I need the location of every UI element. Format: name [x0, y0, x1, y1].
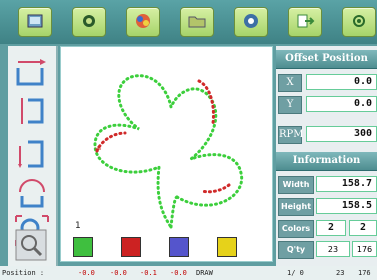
exit-button[interactable]	[288, 7, 322, 37]
open-button[interactable]	[18, 7, 52, 37]
height-value: 158.5	[316, 198, 377, 214]
zoom-tool[interactable]	[14, 228, 50, 262]
align-bottom-tool[interactable]	[14, 138, 50, 172]
colors-value-b: 2	[349, 220, 377, 236]
settings-button[interactable]	[342, 7, 376, 37]
page-indicator: 1/ 0	[287, 269, 304, 277]
width-value: 158.7	[316, 176, 377, 192]
exit-icon	[297, 14, 315, 28]
rpm-value[interactable]: 300	[306, 126, 377, 142]
swatch-yellow[interactable]	[217, 237, 237, 257]
colors-value-a: 2	[316, 220, 346, 236]
folder-icon	[188, 16, 206, 28]
position-v3: -0.1	[140, 269, 157, 277]
x-label: X	[278, 74, 302, 92]
align-bottom-icon	[18, 140, 44, 168]
color-button[interactable]	[126, 7, 160, 37]
arrow-right-icon	[16, 59, 46, 86]
swatch-red[interactable]	[121, 237, 141, 257]
align-left-icon	[21, 98, 44, 124]
position-v4: -0.0	[170, 269, 187, 277]
move-right-tool[interactable]	[14, 54, 50, 88]
qty-value-b: 176	[352, 241, 377, 257]
stitch-count: 23	[336, 269, 345, 277]
pattern-index: 1	[75, 221, 81, 231]
rotate-icon	[19, 179, 45, 208]
align-left-tool[interactable]	[14, 94, 50, 128]
width-label: Width	[278, 176, 314, 194]
position-v2: -0.0	[110, 269, 127, 277]
tool-panel	[8, 46, 58, 266]
pattern-icon	[83, 15, 95, 27]
status-bar: Position : -0.0 -0.0 -0.1 -0.0 DRAW 1/ 0…	[0, 266, 377, 280]
qty-label: Q'ty	[278, 241, 314, 259]
zoom-icon	[15, 229, 47, 261]
stitch-total: 176	[358, 269, 371, 277]
position-v1: -0.0	[78, 269, 95, 277]
pattern-button[interactable]	[72, 7, 106, 37]
position-label: Position :	[2, 269, 45, 277]
colors-label: Colors	[278, 220, 314, 238]
machine-button[interactable]	[234, 7, 268, 37]
info-panel: Offset Position X 0.0 Y 0.0 RPM 300 Info…	[276, 46, 377, 266]
open-icon	[27, 14, 43, 28]
settings-icon	[353, 15, 365, 27]
design-canvas[interactable]: 1	[60, 46, 273, 262]
machine-icon	[244, 14, 258, 28]
rotate-tool[interactable]	[14, 176, 50, 210]
shamrock-pattern	[93, 74, 244, 229]
swatch-green[interactable]	[73, 237, 93, 257]
folder-button[interactable]	[180, 7, 214, 37]
draw-mode: DRAW	[196, 269, 213, 277]
color-icon	[136, 14, 150, 28]
y-label: Y	[278, 96, 302, 114]
offset-title: Offset Position	[276, 50, 377, 69]
info-title: Information	[276, 152, 377, 171]
swatch-blue[interactable]	[169, 237, 189, 257]
rpm-label: RPM	[278, 126, 304, 144]
qty-value-a: 23	[316, 241, 350, 257]
y-value[interactable]: 0.0	[306, 96, 377, 112]
x-value[interactable]: 0.0	[306, 74, 377, 90]
height-label: Height	[278, 198, 314, 216]
top-toolbar	[0, 0, 377, 44]
